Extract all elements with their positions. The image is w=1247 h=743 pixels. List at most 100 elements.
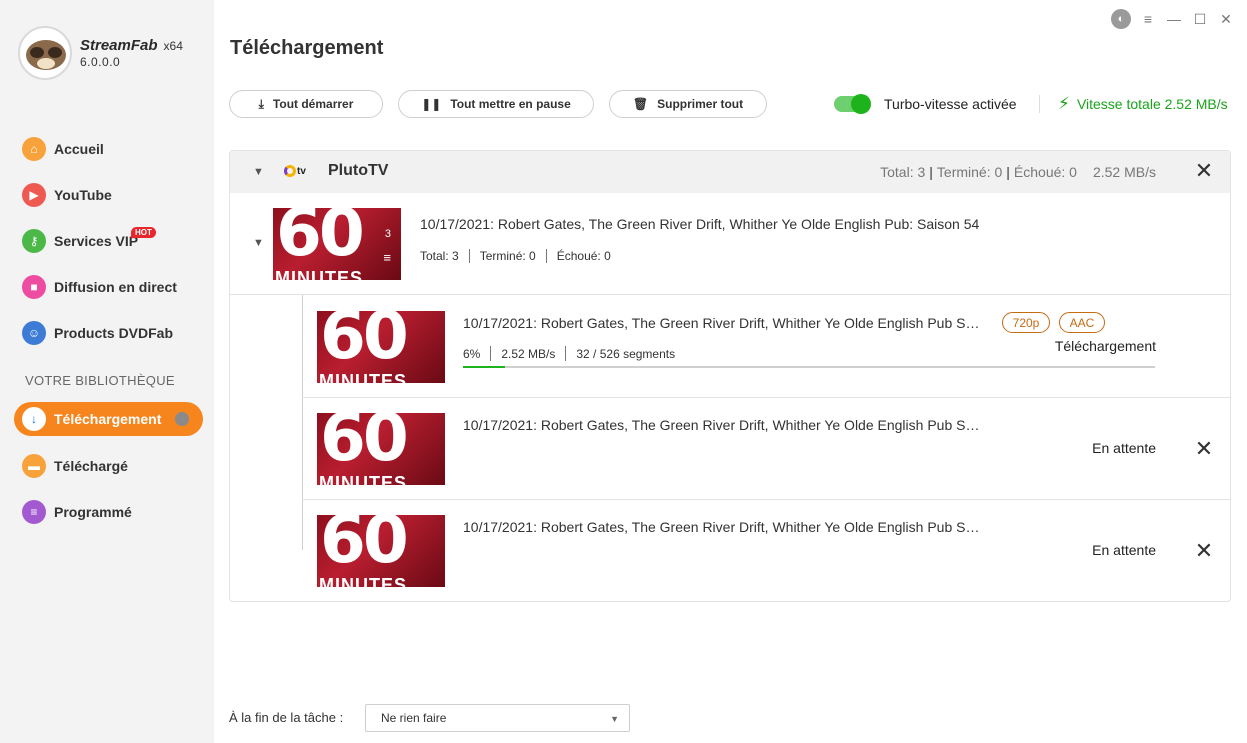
hot-badge: HOT — [131, 227, 156, 238]
divider — [545, 249, 547, 263]
theme-toggle-icon[interactable]: ◐ — [1111, 9, 1131, 29]
episode-status: En attente — [1092, 542, 1156, 558]
sidebar: StreamFab x64 6.0.0.0 ⌂ Accueil ▶ YouTube… — [0, 0, 214, 743]
library-section-title: VOTRE BIBLIOTHÈQUE — [25, 373, 175, 388]
pause-all-label: Tout mettre en pause — [450, 97, 571, 111]
close-window-icon[interactable]: ✕ — [1217, 10, 1235, 28]
sidebar-item-dvdfab[interactable]: ☺ Products DVDFab — [0, 310, 214, 356]
start-all-button[interactable]: ⤓ Tout démarrer — [229, 90, 383, 118]
sidebar-item-telechargement[interactable]: ↓ Téléchargement — [14, 402, 203, 436]
folder-icon: ▬ — [22, 454, 46, 478]
episode-title: 10/17/2021: Robert Gates, The Green Rive… — [463, 315, 980, 331]
app-window: StreamFab x64 6.0.0.0 ⌂ Accueil ▶ YouTube… — [0, 0, 1247, 743]
collapse-season-icon[interactable]: ▼ — [253, 237, 264, 249]
camera-icon: ■ — [22, 275, 46, 299]
total-speed-label: Vitesse totale 2.52 MB/s — [1076, 96, 1228, 112]
thumb-text: 60 — [320, 311, 409, 374]
group-stats: Total: 3 | Terminé: 0 | Échoué: 0 2.52 M… — [880, 164, 1156, 180]
divider — [490, 346, 492, 361]
remove-group-button[interactable]: ✕ — [1194, 160, 1214, 182]
group-done: Terminé: 0 — [936, 164, 1003, 180]
sidebar-item-label: Products DVDFab — [54, 325, 174, 341]
sidebar-item-accueil[interactable]: ⌂ Accueil — [0, 126, 214, 172]
remove-episode-button[interactable]: ✕ — [1194, 540, 1214, 562]
toolbar: ⤓ Tout démarrer ❚❚ Tout mettre en pause … — [229, 90, 1239, 118]
download-icon: ↓ — [22, 407, 46, 431]
remove-episode-button[interactable]: ✕ — [1194, 438, 1214, 460]
group-name: PlutoTV — [328, 162, 389, 179]
on-finish-select[interactable]: Ne rien faire ▼ — [365, 704, 630, 732]
progress-bar — [463, 366, 1155, 368]
thumb-subtext: MINUTES — [319, 371, 407, 383]
delete-all-button[interactable]: 🗑 Supprimer tout — [609, 90, 767, 118]
season-failed: Échoué: 0 — [556, 249, 611, 263]
segments-count: 32 / 526 segments — [576, 346, 676, 361]
on-finish-value: Ne rien faire — [381, 711, 447, 725]
streamfab-logo — [18, 26, 72, 80]
maximize-icon[interactable]: ☐ — [1191, 10, 1209, 28]
menu-icon[interactable]: ≡ — [1139, 10, 1157, 28]
sidebar-item-telecharge[interactable]: ▬ Téléchargé — [0, 443, 214, 489]
collapse-group-icon[interactable]: ▼ — [253, 166, 264, 178]
download-icon: ⤓ — [258, 96, 264, 111]
thumb-text: 60 — [320, 413, 409, 476]
minimize-icon[interactable]: — — [1165, 10, 1183, 28]
schedule-icon: ≡ — [22, 500, 46, 524]
lightning-icon: ⚡ — [1058, 94, 1070, 113]
sidebar-item-label: Téléchargement — [54, 411, 162, 427]
app-version: 6.0.0.0 — [80, 55, 121, 69]
activity-indicator — [175, 412, 189, 426]
divider: | — [929, 164, 933, 180]
total-speed: ⚡ Vitesse totale 2.52 MB/s — [1058, 94, 1228, 114]
divider — [1039, 95, 1040, 113]
sidebar-item-services-vip[interactable]: ⚷ Services VIP HOT — [0, 218, 214, 264]
thumb-text: 60 — [320, 515, 409, 578]
trash-icon: 🗑 — [632, 97, 649, 111]
sidebar-item-diffusion[interactable]: ■ Diffusion en direct — [0, 264, 214, 310]
group-speed: 2.52 MB/s — [1092, 164, 1156, 180]
episode-title: 10/17/2021: Robert Gates, The Green Rive… — [463, 417, 980, 433]
episode-row: 60 MINUTES 10/17/2021: Robert Gates, The… — [302, 296, 1230, 398]
sidebar-item-programme[interactable]: ≡ Programmé — [0, 489, 214, 535]
sidebar-item-label: YouTube — [54, 187, 112, 203]
sidebar-item-label: Accueil — [54, 141, 104, 157]
download-group: ▼ tv PlutoTV Total: 3 | Terminé: 0 | Éch… — [229, 150, 1231, 602]
season-row: ▼ 60 MINUTES 3 ≡ 10/17/2021: Robert Gate… — [230, 193, 1230, 295]
episode-count: 3 — [384, 228, 391, 240]
main-nav: ⌂ Accueil ▶ YouTube ⚷ Services VIP HOT ■… — [0, 126, 214, 356]
season-stats: Total: 3 Terminé: 0 Échoué: 0 — [420, 249, 611, 263]
season-total: Total: 3 — [420, 249, 459, 263]
quality-tag: 720p — [1002, 312, 1050, 333]
turbo-toggle[interactable] — [834, 94, 871, 114]
thumb-subtext: MINUTES — [319, 473, 407, 485]
episode-thumbnail: 60 MINUTES — [317, 413, 445, 485]
group-failed: Échoué: 0 — [1013, 164, 1077, 180]
season-title: 10/17/2021: Robert Gates, The Green Rive… — [420, 216, 980, 232]
window-controls: ◐ ≡ — ☐ ✕ — [1111, 9, 1235, 29]
turbo-label: Turbo-vitesse activée — [884, 96, 1017, 112]
divider — [565, 346, 567, 361]
dvdfab-icon: ☺ — [22, 321, 46, 345]
home-icon: ⌂ — [22, 137, 46, 161]
episode-thumbnail: 60 MINUTES — [317, 311, 445, 383]
episode-status: En attente — [1092, 440, 1156, 456]
pause-all-button[interactable]: ❚❚ Tout mettre en pause — [398, 90, 594, 118]
season-thumbnail: 60 MINUTES 3 ≡ — [273, 208, 401, 280]
page-title: Téléchargement — [230, 37, 384, 59]
start-all-label: Tout démarrer — [272, 97, 354, 111]
group-header: ▼ tv PlutoTV Total: 3 | Terminé: 0 | Éch… — [230, 151, 1230, 193]
episode-status: Téléchargement — [1054, 338, 1156, 354]
key-icon: ⚷ — [22, 229, 46, 253]
episode-title: 10/17/2021: Robert Gates, The Green Rive… — [463, 519, 980, 535]
list-icon: ≡ — [383, 250, 391, 265]
delete-all-label: Supprimer tout — [657, 97, 744, 111]
episode-row: 60 MINUTES 10/17/2021: Robert Gates, The… — [302, 500, 1230, 602]
sidebar-item-label: Programmé — [54, 504, 132, 520]
sidebar-item-youtube[interactable]: ▶ YouTube — [0, 172, 214, 218]
brand: StreamFab x64 6.0.0.0 — [18, 26, 183, 80]
divider — [468, 249, 470, 263]
sidebar-item-label: Téléchargé — [54, 458, 128, 474]
library-nav: ↓ Téléchargement ▬ Téléchargé ≡ Programm… — [0, 397, 214, 535]
sidebar-item-label: Diffusion en direct — [54, 279, 177, 295]
download-speed: 2.52 MB/s — [501, 346, 556, 361]
